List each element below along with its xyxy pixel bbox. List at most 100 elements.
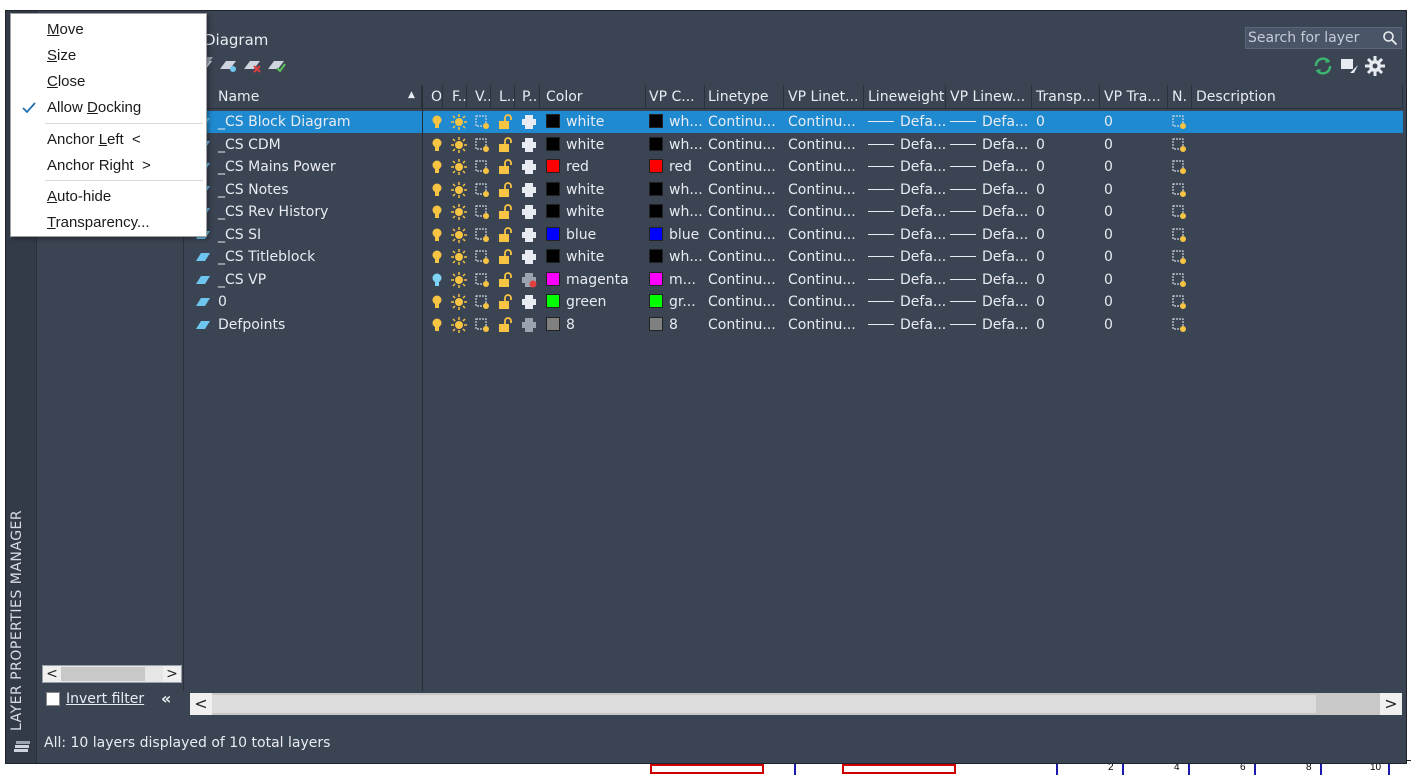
- layer-row[interactable]: _CS SI blue blue Continu... Continu... Defa..…: [186, 224, 1403, 246]
- layer-description[interactable]: [1192, 291, 1403, 313]
- layer-manager-icon[interactable]: [12, 739, 32, 757]
- unlock-icon[interactable]: [497, 271, 513, 288]
- new-vp-freeze-icon[interactable]: [1171, 227, 1187, 243]
- column-header-vplineweight[interactable]: VP Linew...: [946, 85, 1032, 109]
- layer-vp-lineweight[interactable]: Defa...: [946, 179, 1032, 201]
- new-vp-freeze-icon[interactable]: [1171, 204, 1187, 220]
- layer-vp-transparency[interactable]: 0: [1100, 269, 1168, 291]
- plot-printer-icon[interactable]: [521, 249, 537, 265]
- unlock-icon[interactable]: [497, 181, 513, 198]
- layer-vp-linetype[interactable]: Continu...: [784, 179, 864, 201]
- layer-row[interactable]: _CS Mains Power red red Continu... Continu..…: [186, 156, 1403, 178]
- layer-vp-color[interactable]: wh...: [645, 246, 705, 268]
- filter-horizontal-scrollbar[interactable]: < >: [42, 665, 182, 683]
- scroll-right-icon[interactable]: >: [1380, 693, 1402, 715]
- search-icon[interactable]: [1382, 30, 1398, 46]
- plot-printer-icon[interactable]: [521, 317, 537, 333]
- column-header-lineweight[interactable]: Lineweight: [864, 85, 946, 109]
- viewport-freeze-icon[interactable]: [474, 317, 490, 333]
- scroll-right-icon[interactable]: >: [163, 666, 181, 682]
- unlock-icon[interactable]: [497, 226, 513, 243]
- layer-vp-linetype[interactable]: Continu...: [784, 224, 864, 246]
- layer-color[interactable]: green: [542, 291, 646, 313]
- sun-icon[interactable]: [451, 316, 467, 333]
- layer-description[interactable]: [1192, 201, 1403, 223]
- layer-name[interactable]: _CS Notes: [186, 179, 422, 201]
- layer-description[interactable]: [1192, 246, 1403, 268]
- layer-transparency[interactable]: 0: [1032, 224, 1100, 246]
- layer-vp-lineweight[interactable]: Defa...: [946, 314, 1032, 336]
- layer-vp-color[interactable]: wh...: [645, 179, 705, 201]
- viewport-freeze-icon[interactable]: [474, 204, 490, 220]
- layer-linetype[interactable]: Continu...: [704, 201, 784, 223]
- layer-vp-linetype[interactable]: Continu...: [784, 134, 864, 156]
- column-header-transparency[interactable]: Transp...: [1032, 85, 1100, 109]
- lightbulb-icon[interactable]: [429, 204, 445, 220]
- column-header-vpcolor[interactable]: VP C...: [645, 85, 705, 109]
- set-current-layer-icon[interactable]: [266, 55, 286, 73]
- layer-row[interactable]: _CS Rev History white wh... Continu... Conti…: [186, 201, 1403, 223]
- layer-color[interactable]: blue: [542, 224, 646, 246]
- new-layer-vp-frozen-icon[interactable]: [218, 55, 238, 73]
- layer-row[interactable]: _CS CDM white wh... Continu... Continu... Def…: [186, 134, 1403, 156]
- new-vp-freeze-icon[interactable]: [1171, 294, 1187, 310]
- column-header-freeze[interactable]: F..: [448, 85, 467, 109]
- layer-linetype[interactable]: Continu...: [704, 156, 784, 178]
- layer-transparency[interactable]: 0: [1032, 269, 1100, 291]
- layer-transparency[interactable]: 0: [1032, 201, 1100, 223]
- layer-linetype[interactable]: Continu...: [704, 314, 784, 336]
- layer-linetype[interactable]: Continu...: [704, 179, 784, 201]
- layer-name[interactable]: _CS Titleblock: [186, 246, 422, 268]
- menu-item[interactable]: Anchor Right >: [11, 154, 206, 178]
- unlock-icon[interactable]: [497, 204, 513, 220]
- layer-name[interactable]: Defpoints: [186, 314, 422, 336]
- layer-color[interactable]: red: [542, 156, 646, 178]
- layer-row[interactable]: _CS Notes white wh... Continu... Continu... D…: [186, 179, 1403, 201]
- viewport-freeze-icon[interactable]: [474, 114, 490, 130]
- layer-vp-color[interactable]: wh...: [645, 111, 705, 133]
- layer-vp-transparency[interactable]: 0: [1100, 246, 1168, 268]
- column-header-vptransparency[interactable]: VP Tra...: [1100, 85, 1168, 109]
- collapse-filter-button[interactable]: «: [161, 689, 171, 708]
- column-header-description[interactable]: Description: [1192, 85, 1403, 109]
- column-header-color[interactable]: Color: [542, 85, 646, 109]
- column-header-on[interactable]: O.: [427, 85, 443, 109]
- layer-row[interactable]: _CS VP magenta m... Continu... Continu... Def…: [186, 269, 1403, 291]
- layer-description[interactable]: [1192, 134, 1403, 156]
- layer-lineweight[interactable]: Defa...: [864, 246, 946, 268]
- lightbulb-icon[interactable]: [429, 182, 445, 198]
- layer-vp-color[interactable]: 8: [645, 314, 705, 336]
- plot-printer-icon[interactable]: [521, 182, 537, 198]
- column-header-vplinetype[interactable]: VP Linet...: [784, 85, 864, 109]
- plot-printer-icon[interactable]: [521, 137, 537, 153]
- new-vp-freeze-icon[interactable]: [1171, 159, 1187, 175]
- layer-row[interactable]: 0 green gr... Continu... Continu... Defa... De…: [186, 291, 1403, 313]
- layer-vp-linetype[interactable]: Continu...: [784, 246, 864, 268]
- layer-row[interactable]: _CS Titleblock white wh... Continu... Contin…: [186, 246, 1403, 268]
- layer-vp-lineweight[interactable]: Defa...: [946, 111, 1032, 133]
- sun-icon[interactable]: [451, 136, 467, 153]
- new-vp-freeze-icon[interactable]: [1171, 317, 1187, 333]
- layer-lineweight[interactable]: Defa...: [864, 314, 946, 336]
- layer-linetype[interactable]: Continu...: [704, 134, 784, 156]
- layer-vp-linetype[interactable]: Continu...: [784, 201, 864, 223]
- scroll-track[interactable]: [212, 695, 1316, 713]
- layer-transparency[interactable]: 0: [1032, 111, 1100, 133]
- layer-description[interactable]: [1192, 314, 1403, 336]
- layer-color[interactable]: magenta: [542, 269, 646, 291]
- plot-printer-icon[interactable]: [521, 159, 537, 175]
- layer-vp-transparency[interactable]: 0: [1100, 291, 1168, 313]
- grid-horizontal-scrollbar[interactable]: < >: [190, 693, 1402, 715]
- sun-icon[interactable]: [451, 181, 467, 198]
- scroll-left-icon[interactable]: <: [43, 666, 61, 682]
- layer-transparency[interactable]: 0: [1032, 246, 1100, 268]
- viewport-freeze-icon[interactable]: [474, 249, 490, 265]
- layer-vp-lineweight[interactable]: Defa...: [946, 224, 1032, 246]
- layer-name[interactable]: _CS Mains Power: [186, 156, 422, 178]
- layer-settings-icon[interactable]: [1338, 55, 1360, 77]
- viewport-freeze-icon[interactable]: [474, 159, 490, 175]
- layer-vp-transparency[interactable]: 0: [1100, 201, 1168, 223]
- lightbulb-icon[interactable]: [429, 249, 445, 265]
- layer-transparency[interactable]: 0: [1032, 314, 1100, 336]
- menu-item[interactable]: Transparency...: [11, 211, 206, 235]
